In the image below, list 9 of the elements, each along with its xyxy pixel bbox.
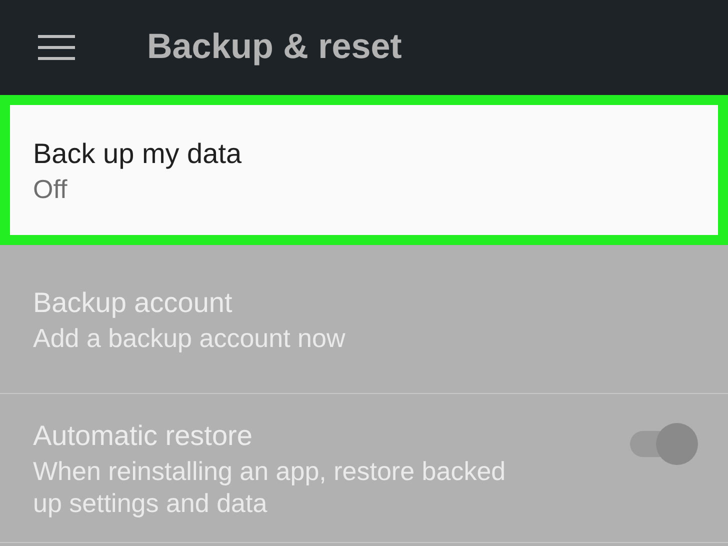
- screen-title: Backup & reset: [147, 26, 402, 68]
- menu-icon[interactable]: [38, 35, 75, 60]
- setting-title: Back up my data: [33, 137, 242, 171]
- setting-row[interactable]: Back up my data Off: [0, 95, 728, 245]
- setting-summary: Add a backup account now: [33, 322, 346, 354]
- setting-summary: Off: [33, 173, 68, 205]
- setting-title: Automatic restore: [33, 419, 252, 453]
- setting-title: Backup account: [33, 286, 232, 320]
- setting-summary: When reinstalling an app, restore backed up settings and data: [33, 455, 507, 519]
